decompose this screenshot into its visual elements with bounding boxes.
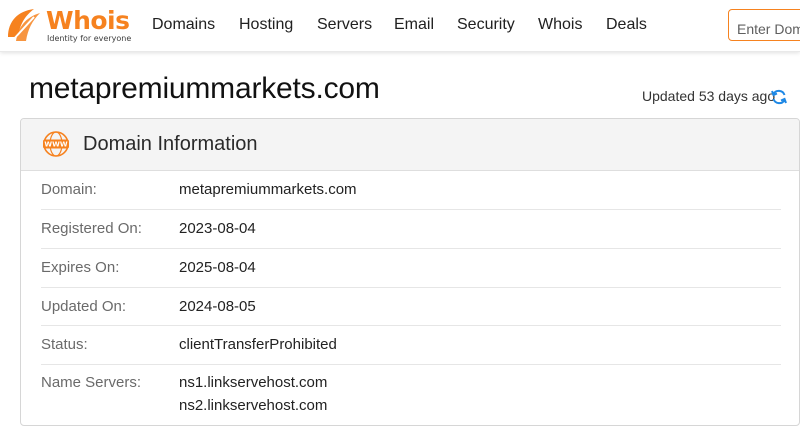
search-input[interactable] <box>728 9 800 41</box>
row-value: 2024-08-05 <box>179 298 256 315</box>
whois-logo[interactable]: Whois Identity for everyone <box>4 6 132 46</box>
nav-item-security[interactable]: Security <box>457 16 515 34</box>
row-label: Expires On: <box>41 259 120 276</box>
whois-logo-icon <box>8 9 40 42</box>
row-value: 2023-08-04 <box>179 220 256 237</box>
row-label: Name Servers: <box>41 374 142 391</box>
nameserver-value: ns1.linkservehost.com <box>179 374 328 391</box>
domain-info-card: WWW Domain Information Domain: metapremi… <box>20 118 800 426</box>
info-row-domain: Domain: metapremiummarkets.com <box>41 171 781 210</box>
info-row-nameservers: Name Servers: ns1.linkservehost.com ns2.… <box>41 365 781 425</box>
nav-item-domains[interactable]: Domains <box>152 16 215 34</box>
card-title: Domain Information <box>83 133 258 155</box>
nav-item-hosting[interactable]: Hosting <box>239 16 293 34</box>
row-value: clientTransferProhibited <box>179 336 337 353</box>
info-row-expires: Expires On: 2025-08-04 <box>41 249 781 288</box>
nav-item-deals[interactable]: Deals <box>606 16 647 34</box>
info-row-updated: Updated On: 2024-08-05 <box>41 288 781 326</box>
top-navbar: Whois Identity for everyone Domains Host… <box>0 0 800 52</box>
nav-item-email[interactable]: Email <box>394 16 434 34</box>
nav-item-whois[interactable]: Whois <box>538 16 582 34</box>
www-icon: WWW <box>43 131 69 157</box>
info-row-status: Status: clientTransferProhibited <box>41 326 781 365</box>
brand-tagline: Identity for everyone <box>47 34 132 43</box>
row-label: Registered On: <box>41 220 142 237</box>
row-value: metapremiummarkets.com <box>179 181 357 198</box>
row-label: Updated On: <box>41 298 127 315</box>
page-title: metapremiummarkets.com <box>29 72 380 105</box>
nameserver-list: ns1.linkservehost.com ns2.linkservehost.… <box>179 371 327 417</box>
row-label: Domain: <box>41 181 97 198</box>
refresh-icon[interactable] <box>770 88 788 106</box>
nav-item-servers[interactable]: Servers <box>317 16 372 34</box>
svg-text:WWW: WWW <box>44 141 67 149</box>
info-row-registered: Registered On: 2023-08-04 <box>41 210 781 249</box>
card-header: WWW Domain Information <box>21 119 799 171</box>
updated-status: Updated 53 days ago <box>642 88 776 104</box>
nameserver-value: ns2.linkservehost.com <box>179 397 328 414</box>
row-label: Status: <box>41 336 88 353</box>
row-value: 2025-08-04 <box>179 259 256 276</box>
brand-name: Whois <box>46 6 130 35</box>
